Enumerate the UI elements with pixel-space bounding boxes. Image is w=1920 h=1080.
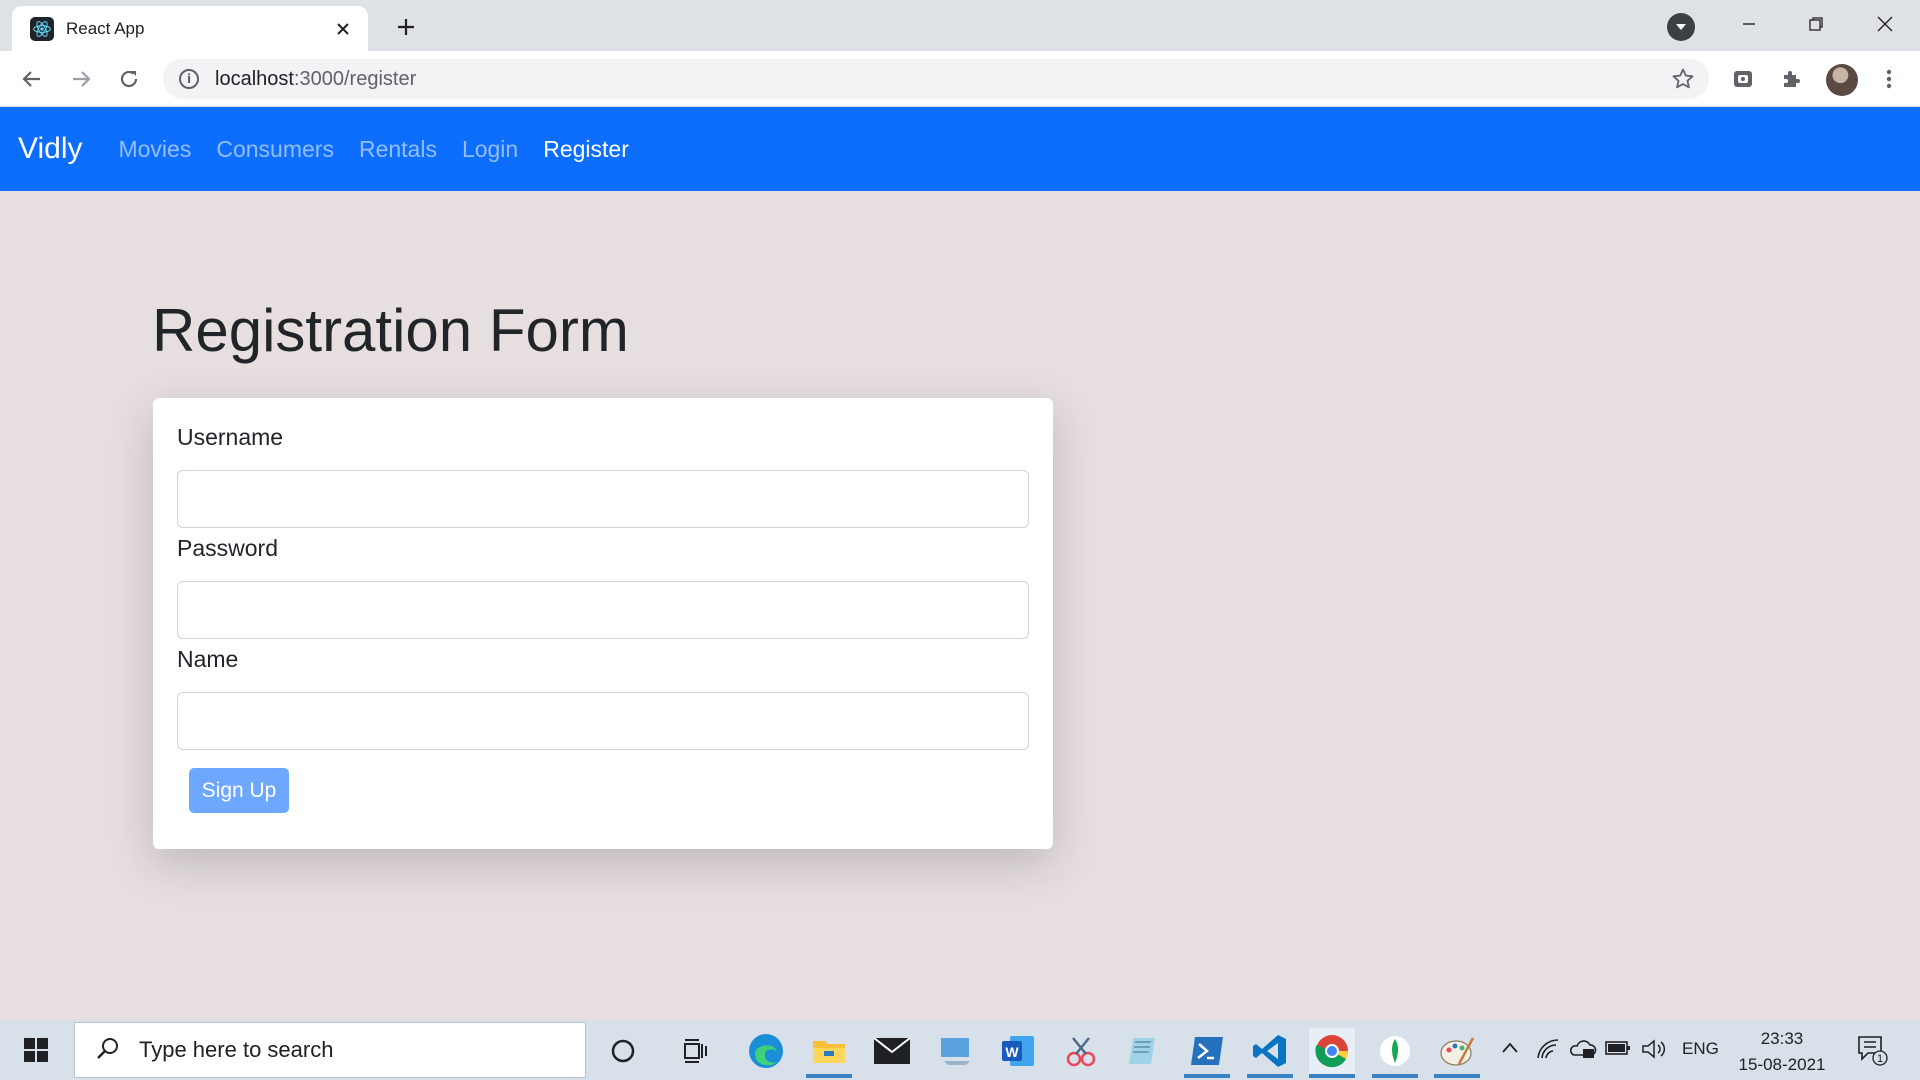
windows-start-icon[interactable] (12, 1032, 60, 1068)
react-favicon-icon (30, 16, 54, 41)
new-tab-icon[interactable] (391, 12, 421, 42)
browser-toolbar: i localhost:3000/register (0, 51, 1920, 107)
notepad-icon[interactable] (1121, 1028, 1167, 1074)
sign-up-button[interactable]: Sign Up (189, 768, 289, 813)
active-app-indicator (1372, 1074, 1418, 1078)
reload-icon[interactable] (113, 63, 145, 95)
profile-avatar[interactable] (1826, 64, 1858, 96)
minimize-icon[interactable] (1721, 6, 1777, 42)
cortana-icon[interactable] (600, 1028, 646, 1074)
restore-icon[interactable] (1788, 6, 1844, 42)
active-app-indicator (1247, 1074, 1293, 1078)
notification-center-icon[interactable]: 1 (1856, 1034, 1890, 1071)
name-label: Name (177, 646, 239, 672)
system-clock[interactable]: 23:33 15-08-2021 (1734, 1026, 1830, 1078)
wifi-icon[interactable] (1536, 1038, 1560, 1065)
remote-desktop-icon[interactable] (933, 1028, 979, 1074)
tab-title: React App (66, 18, 145, 38)
input-language[interactable]: ENG (1682, 1039, 1719, 1059)
chrome-icon[interactable] (1309, 1028, 1355, 1078)
close-window-icon[interactable] (1857, 6, 1913, 42)
bookmark-star-icon[interactable] (1671, 67, 1695, 96)
nav-link-rentals[interactable]: Rentals (359, 136, 437, 163)
active-app-indicator (1309, 1074, 1355, 1078)
search-placeholder: Type here to search (139, 1037, 334, 1062)
windows-taskbar: Type here to search W ENG 23:33 15-08-20… (0, 1020, 1920, 1080)
snipping-tool-icon[interactable] (1058, 1028, 1104, 1074)
nav-link-register[interactable]: Register (543, 136, 629, 163)
word-icon[interactable]: W (995, 1028, 1041, 1074)
registration-form-card: Username Password Name Sign Up (153, 398, 1053, 849)
page-title: Registration Form (152, 297, 629, 364)
notification-count: 1 (1877, 1053, 1883, 1065)
password-input[interactable] (177, 581, 1029, 639)
mail-icon[interactable] (869, 1028, 915, 1074)
clock-time: 23:33 (1760, 1029, 1804, 1048)
active-app-indicator (806, 1074, 852, 1078)
tab-search-icon[interactable] (1667, 13, 1695, 41)
extension-icon[interactable] (1727, 63, 1759, 95)
site-info-icon[interactable]: i (179, 69, 199, 89)
onedrive-icon[interactable] (1569, 1037, 1597, 1064)
browser-tab[interactable]: React App (12, 6, 368, 51)
forward-icon[interactable] (65, 63, 97, 95)
nav-link-consumers[interactable]: Consumers (216, 136, 334, 163)
search-icon (95, 1035, 121, 1066)
nav-link-movies[interactable]: Movies (118, 136, 191, 163)
name-input[interactable] (177, 692, 1029, 750)
clock-date: 15-08-2021 (1738, 1055, 1826, 1074)
chrome-menu-icon[interactable] (1873, 63, 1905, 95)
svg-text:W: W (1005, 1044, 1019, 1060)
extensions-puzzle-icon[interactable] (1775, 63, 1807, 95)
brand-link[interactable]: Vidly (18, 132, 82, 166)
active-app-indicator (1434, 1074, 1480, 1078)
password-label: Password (177, 535, 278, 561)
taskbar-search-box[interactable]: Type here to search (74, 1022, 586, 1078)
browser-tabstrip: React App (0, 0, 1920, 51)
username-input[interactable] (177, 470, 1029, 528)
tab-close-icon[interactable] (332, 18, 354, 40)
file-explorer-icon[interactable] (806, 1028, 852, 1078)
address-bar[interactable]: i localhost:3000/register (163, 59, 1709, 99)
edge-icon[interactable] (743, 1028, 789, 1074)
vscode-icon[interactable] (1247, 1028, 1293, 1078)
nav-link-login[interactable]: Login (462, 136, 518, 163)
app-navbar: Vidly Movies Consumers Rentals Login Reg… (0, 107, 1920, 191)
show-hidden-icons-icon[interactable] (1500, 1038, 1520, 1063)
task-view-icon[interactable] (672, 1028, 718, 1074)
username-label: Username (177, 424, 284, 450)
mongodb-compass-icon[interactable] (1372, 1028, 1418, 1078)
url-text: localhost:3000/register (215, 67, 417, 90)
active-app-indicator (1184, 1074, 1230, 1078)
volume-icon[interactable] (1641, 1038, 1667, 1065)
powershell-icon[interactable] (1184, 1028, 1230, 1078)
paint-icon[interactable] (1434, 1028, 1480, 1078)
back-icon[interactable] (16, 63, 48, 95)
battery-icon[interactable] (1604, 1038, 1632, 1063)
